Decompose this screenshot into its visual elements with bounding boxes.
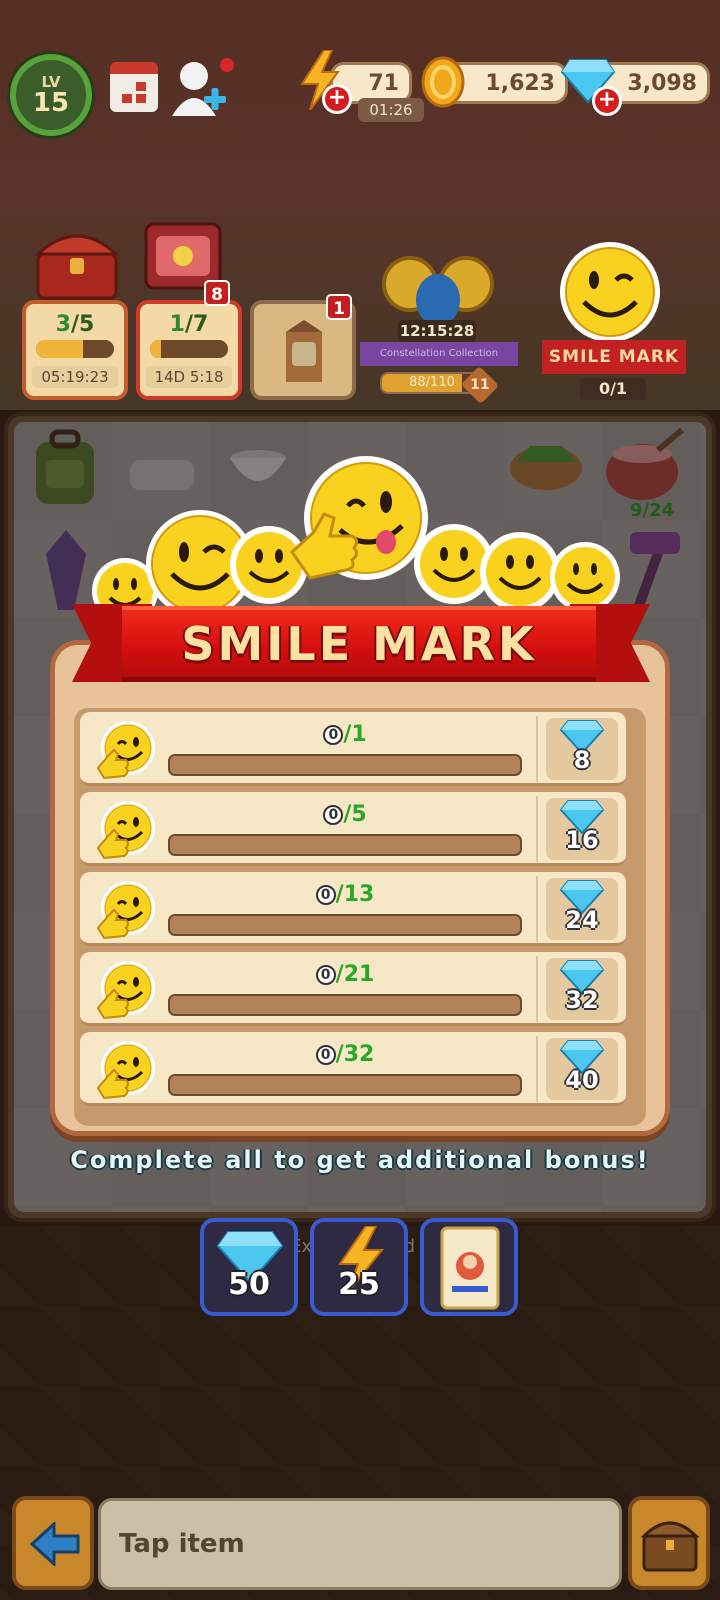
joker-card-icon — [440, 1226, 500, 1310]
level-number: 15 — [32, 88, 70, 118]
milk-carton-icon — [286, 320, 322, 382]
row-progress-text: 0/21 — [240, 962, 450, 987]
smile-mark-event-title[interactable]: SMILE MARK — [542, 340, 686, 374]
reward-row[interactable]: 0/5 16 — [80, 792, 626, 866]
modal-title: SMILE MARK — [181, 617, 537, 671]
row-progress-text: 0/1 — [240, 722, 450, 747]
thumbs-up-smiley-icon — [96, 881, 155, 940]
chest-1-current: 3 — [55, 312, 71, 337]
chest-2-progress-text: 1/7 — [140, 312, 238, 337]
gem-reward-amount: 24 — [565, 906, 599, 934]
row-progress-text: 0/13 — [240, 882, 450, 907]
bonus-caption: Complete all to get additional bonus! — [70, 1146, 650, 1174]
row-progress-text: 0/32 — [240, 1042, 450, 1067]
tap-item-label: Tap item — [119, 1529, 245, 1559]
chest-event-card-1[interactable]: 3/5 05:19:23 — [22, 300, 128, 400]
row-progress-bar — [168, 834, 522, 856]
smiley-decoration-icon — [550, 542, 620, 612]
coin-icon — [421, 56, 465, 108]
gem-reward-amount: 40 — [565, 1066, 599, 1094]
chest-1-progress-bar — [36, 340, 114, 358]
thumbs-up-smiley-icon — [290, 456, 428, 580]
row-progress-bar — [168, 914, 522, 936]
row-target: /1 — [343, 722, 367, 747]
thumbs-up-smiley-icon — [96, 961, 155, 1020]
energy-add-button[interactable]: + — [322, 84, 352, 114]
row-divider — [536, 876, 538, 942]
reward-row[interactable]: 0/13 24 — [80, 872, 626, 946]
row-progress-bar — [168, 1074, 522, 1096]
bonus-gem-amount: 50 — [228, 1267, 270, 1302]
thumbs-up-smiley-icon — [96, 801, 155, 860]
chest-1-total: /5 — [70, 312, 95, 337]
gem-reward-amount: 8 — [573, 746, 591, 774]
chest-2-timer: 14D 5:18 — [146, 366, 232, 388]
chest-event-card-2[interactable]: 1/7 14D 5:18 — [136, 300, 242, 400]
treasure-chest-icon — [34, 234, 120, 300]
row-divider — [536, 796, 538, 862]
chest-2-total: /7 — [184, 312, 209, 337]
gem-add-button[interactable]: + — [592, 86, 622, 116]
level-badge[interactable]: LV 15 — [10, 54, 92, 136]
bonus-gem-box[interactable]: 50 — [200, 1218, 298, 1316]
back-arrow-icon — [30, 1522, 80, 1566]
chest-2-progress-bar — [150, 340, 228, 358]
reward-row[interactable]: 0/21 32 — [80, 952, 626, 1026]
reward-row[interactable]: 0/32 40 — [80, 1032, 626, 1106]
treasure-chest-icon — [640, 1521, 700, 1572]
bonus-joker-box[interactable] — [420, 1218, 518, 1316]
thumbs-up-smiley-icon — [96, 721, 155, 780]
row-divider — [536, 956, 538, 1022]
energy-value: 71 — [368, 70, 399, 96]
row-current: 0 — [315, 965, 336, 985]
constellation-level-number: 11 — [470, 376, 490, 393]
chest-2-current: 1 — [169, 312, 185, 337]
row-target: /13 — [335, 882, 375, 907]
constellation-title[interactable]: Constellation Collection — [360, 342, 518, 366]
row-current: 0 — [323, 805, 344, 825]
chest-2-badge: 8 — [204, 280, 230, 306]
rainbow-chest-icon — [144, 222, 222, 290]
gem-value: 3,098 — [627, 70, 697, 96]
constellation-timer: 12:15:28 — [398, 320, 476, 342]
reward-row[interactable]: 0/1 8 — [80, 712, 626, 786]
smile-mark-event-icon[interactable] — [554, 240, 666, 344]
milk-badge: 1 — [326, 294, 352, 320]
row-progress-bar — [168, 754, 522, 776]
row-progress-text: 0/5 — [240, 802, 450, 827]
back-button[interactable] — [12, 1496, 94, 1590]
inventory-button[interactable] — [628, 1496, 710, 1590]
row-progress-bar — [168, 994, 522, 1016]
row-current: 0 — [315, 1045, 336, 1065]
gem-reward-amount: 16 — [565, 826, 599, 854]
gem-reward-amount: 32 — [565, 986, 599, 1014]
thumbs-up-smiley-icon — [96, 1041, 155, 1100]
calendar-icon[interactable] — [110, 62, 158, 112]
ram-constellation-icon — [382, 256, 494, 326]
notification-dot — [220, 58, 234, 72]
coin-value: 1,623 — [485, 70, 555, 96]
row-current: 0 — [315, 885, 336, 905]
row-divider — [536, 716, 538, 782]
row-target: /32 — [335, 1042, 375, 1067]
bonus-energy-box[interactable]: 25 — [310, 1218, 408, 1316]
row-divider — [536, 1036, 538, 1102]
row-target: /5 — [343, 802, 367, 827]
energy-timer: 01:26 — [358, 98, 424, 122]
item-info-field[interactable]: Tap item — [98, 1498, 622, 1590]
chest-1-progress-text: 3/5 — [26, 312, 124, 337]
row-target: /21 — [335, 962, 375, 987]
smile-mark-event-count: 0/1 — [580, 378, 646, 400]
chest-1-timer: 05:19:23 — [32, 366, 118, 388]
bonus-energy-amount: 25 — [338, 1267, 380, 1302]
row-current: 0 — [323, 725, 344, 745]
